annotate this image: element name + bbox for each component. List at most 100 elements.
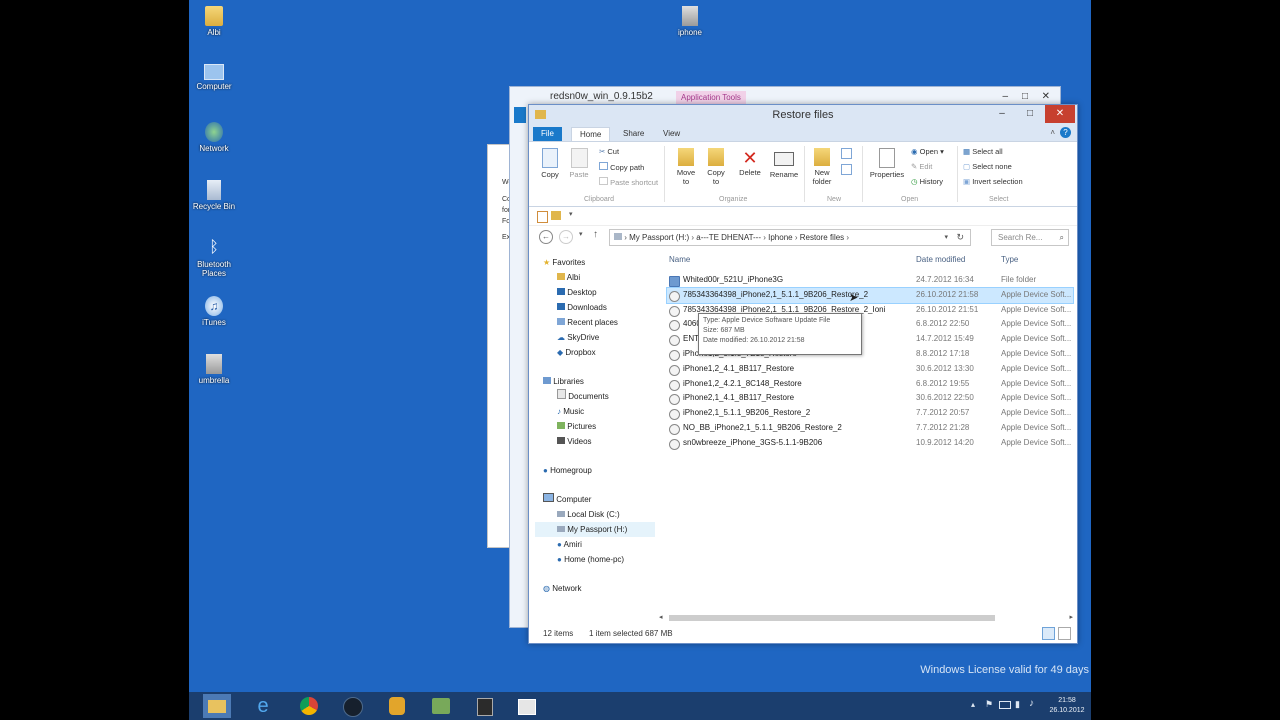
taskbar-app[interactable]: [471, 694, 499, 718]
refresh-icon[interactable]: ↻: [956, 230, 964, 245]
nav-item-local-disk[interactable]: Local Disk (C:): [535, 507, 655, 522]
taskbar-internet-explorer[interactable]: e: [249, 694, 277, 718]
tab-home[interactable]: Home: [571, 127, 611, 142]
file-row[interactable]: iPhone2,1_4.1_8B117_Restore 30.6.2012 22…: [667, 391, 1073, 406]
scrollbar-thumb[interactable]: [669, 615, 995, 621]
breadcrumb-segment[interactable]: a---TE DHENAT---: [696, 233, 761, 242]
large-icons-view-icon[interactable]: [1058, 627, 1071, 640]
column-header-type[interactable]: Type: [1001, 255, 1018, 264]
forward-icon[interactable]: →: [559, 230, 573, 244]
properties-quick-icon[interactable]: [537, 211, 548, 223]
file-row[interactable]: NO_BB_iPhone2,1_5.1.1_9B206_Restore_2 7.…: [667, 421, 1073, 436]
desktop-icon-network[interactable]: Network: [189, 116, 244, 153]
new-folder-button[interactable]: New folder: [809, 148, 835, 186]
nav-item-dropbox[interactable]: ◆ Dropbox: [535, 345, 655, 360]
copy-button[interactable]: Copy: [539, 148, 561, 179]
easy-access-icon[interactable]: [841, 164, 852, 175]
desktop-icon-computer[interactable]: Computer: [189, 58, 244, 91]
back-icon[interactable]: ←: [539, 230, 553, 244]
column-header-name[interactable]: Name: [669, 255, 690, 264]
file-row-selected[interactable]: 785343364398_iPhone2,1_5.1.1_9B206_Resto…: [666, 286, 1074, 304]
taskbar-app[interactable]: [383, 694, 411, 718]
desktop-icon-recycle-bin[interactable]: Recycle Bin: [189, 174, 244, 211]
maximize-button[interactable]: □: [1019, 105, 1041, 123]
application-tools-tab[interactable]: Application Tools: [676, 91, 746, 105]
horizontal-scrollbar[interactable]: ◂ ▸: [659, 613, 1073, 623]
taskbar-app[interactable]: [513, 694, 541, 718]
nav-item-downloads[interactable]: Downloads: [535, 300, 655, 315]
nav-item-my-passport[interactable]: My Passport (H:): [535, 522, 655, 537]
cut-button[interactable]: ✂ Cut: [599, 147, 619, 156]
nav-item-recent-places[interactable]: Recent places: [535, 315, 655, 330]
minimize-button[interactable]: –: [991, 105, 1013, 123]
delete-button[interactable]: ✕ Delete: [737, 148, 763, 177]
up-icon[interactable]: ↑: [593, 229, 598, 240]
title-bar[interactable]: Restore files – □ ✕: [529, 105, 1077, 125]
address-bar[interactable]: › My Passport (H:) › a---TE DHENAT--- › …: [609, 229, 971, 246]
file-row[interactable]: Whited00r_521U_iPhone3G 24.7.2012 16:34 …: [667, 273, 1073, 288]
file-row[interactable]: iPhone1,2_4.2.1_8C148_Restore 6.8.2012 1…: [667, 377, 1073, 392]
address-dropdown-icon[interactable]: ▾: [944, 230, 948, 245]
chevron-down-icon[interactable]: ▾: [569, 210, 573, 218]
nav-item-music[interactable]: ♪ Music: [535, 404, 655, 419]
tab-file[interactable]: File: [533, 127, 562, 141]
nav-item-videos[interactable]: Videos: [535, 434, 655, 449]
desktop-icon-bluetooth[interactable]: ᛒ Bluetooth Places: [189, 232, 244, 278]
new-folder-quick-icon[interactable]: [551, 211, 561, 220]
tab-share[interactable]: Share: [615, 127, 652, 141]
taskbar-chrome[interactable]: [295, 694, 323, 718]
nav-homegroup[interactable]: ● Homegroup: [535, 463, 655, 478]
desktop-icon-albi[interactable]: Albi: [189, 0, 244, 37]
chevron-up-icon[interactable]: ˄: [1050, 128, 1055, 137]
select-all-button[interactable]: ▦ Select all: [963, 147, 1003, 156]
close-button[interactable]: ✕: [1045, 105, 1075, 123]
recent-locations-icon[interactable]: ▾: [579, 230, 583, 238]
search-input[interactable]: Search Re... ⌕: [991, 229, 1069, 246]
taskbar-app[interactable]: [427, 694, 455, 718]
edit-button[interactable]: ✎ Edit: [911, 162, 932, 171]
new-item-icon[interactable]: [841, 148, 852, 159]
volume-icon[interactable]: ♪: [1029, 698, 1034, 709]
flag-icon[interactable]: ⚑: [985, 699, 993, 710]
tab-view[interactable]: View: [655, 127, 688, 141]
file-row[interactable]: iPhone2,1_5.1.1_9B206_Restore_2 7.7.2012…: [667, 406, 1073, 421]
taskbar-file-explorer[interactable]: [203, 694, 231, 718]
breadcrumb-segment[interactable]: My Passport (H:): [629, 233, 689, 242]
column-header-date[interactable]: Date modified: [916, 255, 965, 264]
nav-computer[interactable]: Computer: [535, 492, 655, 507]
desktop-icon-umbrella[interactable]: umbrella: [189, 348, 244, 385]
scroll-left-icon[interactable]: ◂: [659, 613, 663, 621]
invert-selection-button[interactable]: ▣ Invert selection: [963, 177, 1023, 186]
battery-icon[interactable]: [999, 701, 1011, 709]
taskbar-app[interactable]: [339, 694, 367, 718]
file-row[interactable]: sn0wbreeze_iPhone_3GS-5.1.1-9B206 10.9.2…: [667, 436, 1073, 451]
paste-button[interactable]: Paste: [567, 148, 591, 179]
network-tray-icon[interactable]: ▮: [1015, 699, 1020, 710]
tray-chevron-icon[interactable]: ▴: [971, 700, 975, 709]
move-to-button[interactable]: Move to: [674, 148, 698, 186]
copy-to-button[interactable]: Copy to: [704, 148, 728, 186]
nav-item-pictures[interactable]: Pictures: [535, 419, 655, 434]
file-row[interactable]: iPhone1,2_4.1_8B117_Restore 30.6.2012 13…: [667, 362, 1073, 377]
breadcrumb-segment[interactable]: Restore files: [800, 233, 844, 242]
nav-libraries[interactable]: Libraries: [535, 374, 655, 389]
rename-button[interactable]: Rename: [769, 148, 799, 179]
nav-favorites[interactable]: ★ Favorites: [535, 255, 655, 270]
desktop-icon-iphone[interactable]: iphone: [660, 0, 720, 37]
open-button[interactable]: ◉ Open ▾: [911, 147, 944, 156]
breadcrumb-segment[interactable]: Iphone: [768, 233, 792, 242]
nav-item-albi[interactable]: Albi: [535, 270, 655, 285]
history-button[interactable]: ◷ History: [911, 177, 943, 186]
clock[interactable]: 21:58 26.10.2012: [1045, 696, 1089, 716]
nav-item-amiri[interactable]: ● Amiri: [535, 537, 655, 552]
copy-path-button[interactable]: Copy path: [599, 162, 644, 172]
help-icon[interactable]: ?: [1060, 127, 1071, 138]
details-view-icon[interactable]: [1042, 627, 1055, 640]
nav-item-documents[interactable]: Documents: [535, 389, 655, 404]
desktop-icon-itunes[interactable]: ♫ iTunes: [189, 290, 244, 327]
nav-network[interactable]: ◍ Network: [535, 581, 655, 596]
paste-shortcut-button[interactable]: Paste shortcut: [599, 177, 658, 187]
nav-item-desktop[interactable]: Desktop: [535, 285, 655, 300]
explorer-window[interactable]: Restore files – □ ✕ File Home Share View…: [528, 104, 1078, 644]
scroll-right-icon[interactable]: ▸: [1069, 613, 1073, 621]
